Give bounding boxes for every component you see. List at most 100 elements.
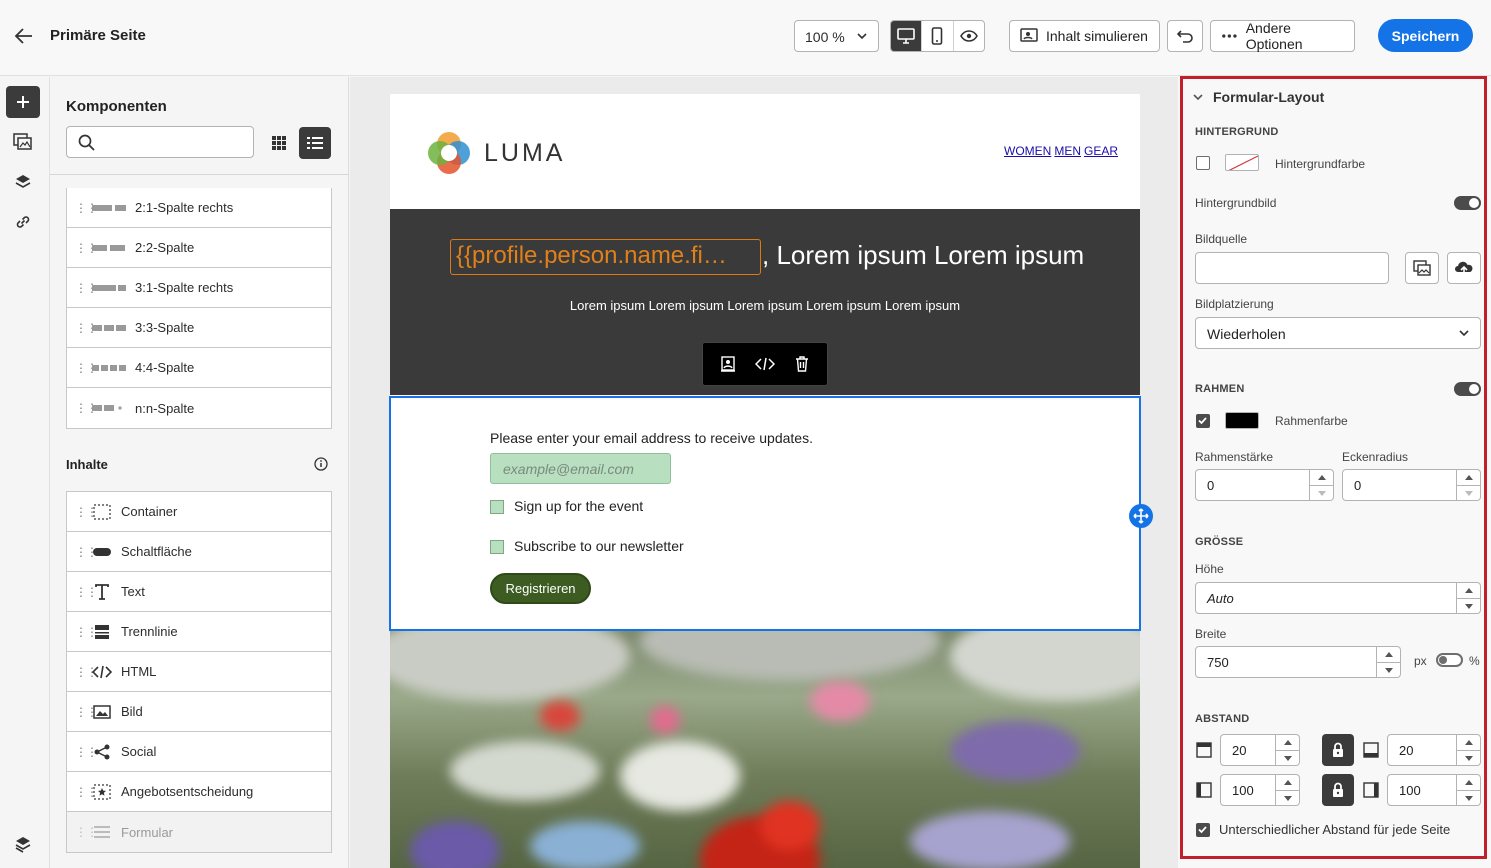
list-item[interactable]: ⋮⋮ 2:1-Spalte rechts — [67, 188, 331, 228]
list-item[interactable]: ⋮⋮ Social — [67, 732, 331, 772]
image-source-input[interactable] — [1195, 252, 1389, 284]
desktop-view-button[interactable] — [891, 21, 923, 51]
drag-handle-icon[interactable]: ⋮⋮ — [75, 585, 98, 599]
list-item[interactable]: ⋮⋮ 3:1-Spalte rechts — [67, 268, 331, 308]
list-item[interactable]: ⋮⋮ Container — [67, 492, 331, 532]
info-icon[interactable] — [314, 457, 328, 471]
hero-subtitle[interactable]: Lorem ipsum Lorem ipsum Lorem ipsum Lore… — [390, 298, 1140, 313]
hero-section[interactable]: {{profile.person.name.fi… , Lorem ipsum … — [390, 209, 1140, 395]
drag-handle-icon[interactable]: ⋮⋮ — [75, 545, 98, 559]
submit-button[interactable]: Registrieren — [490, 573, 591, 604]
flower-image[interactable] — [390, 631, 1140, 868]
save-button[interactable]: Speichern — [1378, 19, 1473, 52]
corner-radius-stepper[interactable] — [1457, 469, 1481, 501]
trash-icon[interactable] — [794, 356, 810, 372]
height-input[interactable]: Auto — [1195, 582, 1457, 614]
image-placement-select[interactable]: Wiederholen — [1195, 317, 1481, 349]
drag-handle-icon[interactable]: ⋮⋮ — [75, 281, 98, 295]
border-color-checkbox[interactable] — [1196, 414, 1210, 428]
mobile-view-button[interactable] — [922, 21, 954, 51]
undo-button[interactable] — [1167, 20, 1203, 52]
preview-button[interactable] — [954, 21, 984, 51]
list-view-button[interactable] — [299, 127, 331, 159]
list-item[interactable]: ⋮⋮ n:n-Spalte — [67, 388, 331, 428]
email-field[interactable]: example@email.com — [490, 453, 671, 484]
simulate-content-button[interactable]: Inhalt simulieren — [1009, 20, 1160, 52]
nav-link-women[interactable]: WOMEN — [1004, 144, 1051, 158]
event-checkbox[interactable] — [490, 500, 504, 514]
padding-right-stepper[interactable] — [1457, 774, 1481, 806]
border-width-stepper[interactable] — [1310, 469, 1334, 501]
select-asset-button[interactable] — [1405, 252, 1439, 284]
section-title[interactable]: Formular-Layout — [1213, 89, 1324, 105]
list-item[interactable]: ⋮⋮ Bild — [67, 692, 331, 732]
drag-handle-icon[interactable]: ⋮⋮ — [75, 241, 98, 255]
padding-bottom-stepper[interactable] — [1457, 734, 1481, 766]
border-width-input[interactable]: 0 — [1195, 469, 1310, 501]
upload-button[interactable] — [1447, 252, 1481, 284]
padding-bottom-input[interactable]: 20 — [1387, 734, 1457, 766]
unit-toggle[interactable] — [1436, 653, 1463, 667]
more-options-label: Andere Optionen — [1245, 20, 1303, 52]
newsletter-checkbox-label: Subscribe to our newsletter — [514, 538, 684, 554]
corner-radius-input[interactable]: 0 — [1342, 469, 1457, 501]
list-item[interactable]: ⋮⋮ Trennlinie — [67, 612, 331, 652]
background-color-checkbox[interactable] — [1196, 156, 1210, 170]
lock-horizontal-button[interactable] — [1322, 774, 1354, 806]
per-side-spacing-checkbox[interactable] — [1196, 823, 1210, 837]
drag-handle-icon[interactable]: ⋮⋮ — [75, 201, 98, 215]
border-color-swatch[interactable] — [1225, 412, 1259, 429]
background-image-toggle[interactable] — [1454, 196, 1481, 210]
drag-handle-icon[interactable]: ⋮⋮ — [75, 321, 98, 335]
list-item[interactable]: ⋮⋮ 3:3-Spalte — [67, 308, 331, 348]
drag-handle-icon[interactable]: ⋮⋮ — [75, 665, 98, 679]
padding-top-stepper[interactable] — [1276, 734, 1300, 766]
padding-right-input[interactable]: 100 — [1387, 774, 1457, 806]
components-search-input[interactable] — [66, 126, 254, 158]
form-component[interactable]: Please enter your email address to recei… — [389, 396, 1153, 631]
background-color-swatch[interactable] — [1225, 154, 1259, 171]
list-item[interactable]: ⋮⋮ 4:4-Spalte — [67, 348, 331, 388]
personalization-token[interactable]: {{profile.person.name.fi… — [450, 239, 761, 275]
assets-button[interactable] — [6, 126, 40, 158]
move-handle[interactable] — [1129, 504, 1153, 528]
layers-button[interactable] — [6, 166, 40, 198]
nav-link-gear[interactable]: GEAR — [1084, 144, 1118, 158]
border-toggle[interactable] — [1454, 382, 1481, 396]
more-options-button[interactable]: Andere Optionen — [1210, 20, 1355, 52]
drag-handle-icon[interactable]: ⋮⋮ — [75, 361, 98, 375]
chevron-down-icon[interactable] — [1192, 92, 1204, 102]
padding-top-input[interactable]: 20 — [1220, 734, 1276, 766]
drag-handle-icon[interactable]: ⋮⋮ — [75, 505, 98, 519]
code-icon[interactable] — [754, 357, 775, 371]
drag-handle-icon[interactable]: ⋮⋮ — [75, 785, 98, 799]
drag-handle-icon[interactable]: ⋮⋮ — [75, 625, 98, 639]
height-stepper[interactable] — [1457, 582, 1481, 614]
border-color-label: Rahmenfarbe — [1275, 414, 1348, 428]
drag-handle-icon[interactable]: ⋮⋮ — [75, 745, 98, 759]
nav-link-men[interactable]: MEN — [1054, 144, 1081, 158]
width-input[interactable]: 750 — [1195, 646, 1377, 678]
drag-handle-icon[interactable]: ⋮⋮ — [75, 705, 98, 719]
list-item[interactable]: ⋮⋮ Text — [67, 572, 331, 612]
html-icon — [89, 665, 115, 679]
padding-left-input[interactable]: 100 — [1220, 774, 1276, 806]
list-item[interactable]: ⋮⋮ Angebotsentscheidung — [67, 772, 331, 812]
padding-left-stepper[interactable] — [1276, 774, 1300, 806]
versions-button[interactable] — [6, 828, 40, 860]
add-components-button[interactable] — [6, 86, 40, 118]
email-header[interactable]: LUMA WOMEN MEN GEAR — [390, 94, 1140, 209]
grid-view-button[interactable] — [263, 127, 295, 159]
list-item[interactable]: ⋮⋮ HTML — [67, 652, 331, 692]
hero-title[interactable]: , Lorem ipsum Lorem ipsum — [762, 240, 1084, 271]
width-stepper[interactable] — [1377, 646, 1401, 678]
lock-vertical-button[interactable] — [1322, 734, 1354, 766]
list-item[interactable]: ⋮⋮ 2:2-Spalte — [67, 228, 331, 268]
drag-handle-icon[interactable]: ⋮⋮ — [75, 401, 98, 415]
save-fragment-icon[interactable] — [720, 356, 736, 372]
zoom-select[interactable]: 100 % — [794, 20, 879, 52]
list-item[interactable]: ⋮⋮ Schaltfläche — [67, 532, 331, 572]
links-button[interactable] — [6, 206, 40, 238]
back-arrow-icon[interactable] — [12, 24, 36, 48]
newsletter-checkbox[interactable] — [490, 540, 504, 554]
